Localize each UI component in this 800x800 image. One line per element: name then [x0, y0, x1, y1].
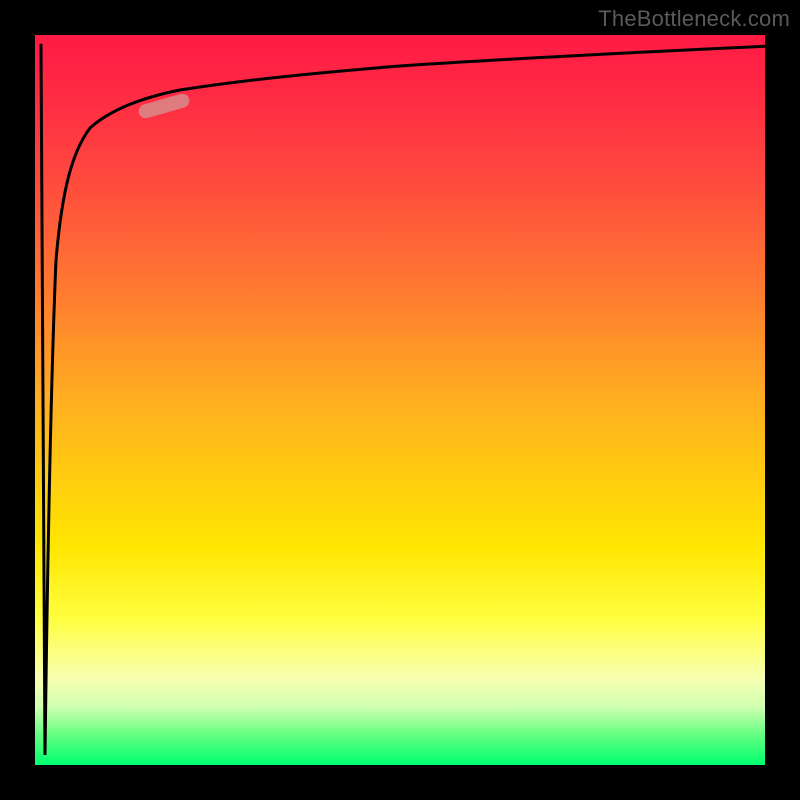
plot-area — [35, 35, 765, 765]
chart-container: TheBottleneck.com — [0, 0, 800, 800]
watermark: TheBottleneck.com — [598, 6, 790, 32]
